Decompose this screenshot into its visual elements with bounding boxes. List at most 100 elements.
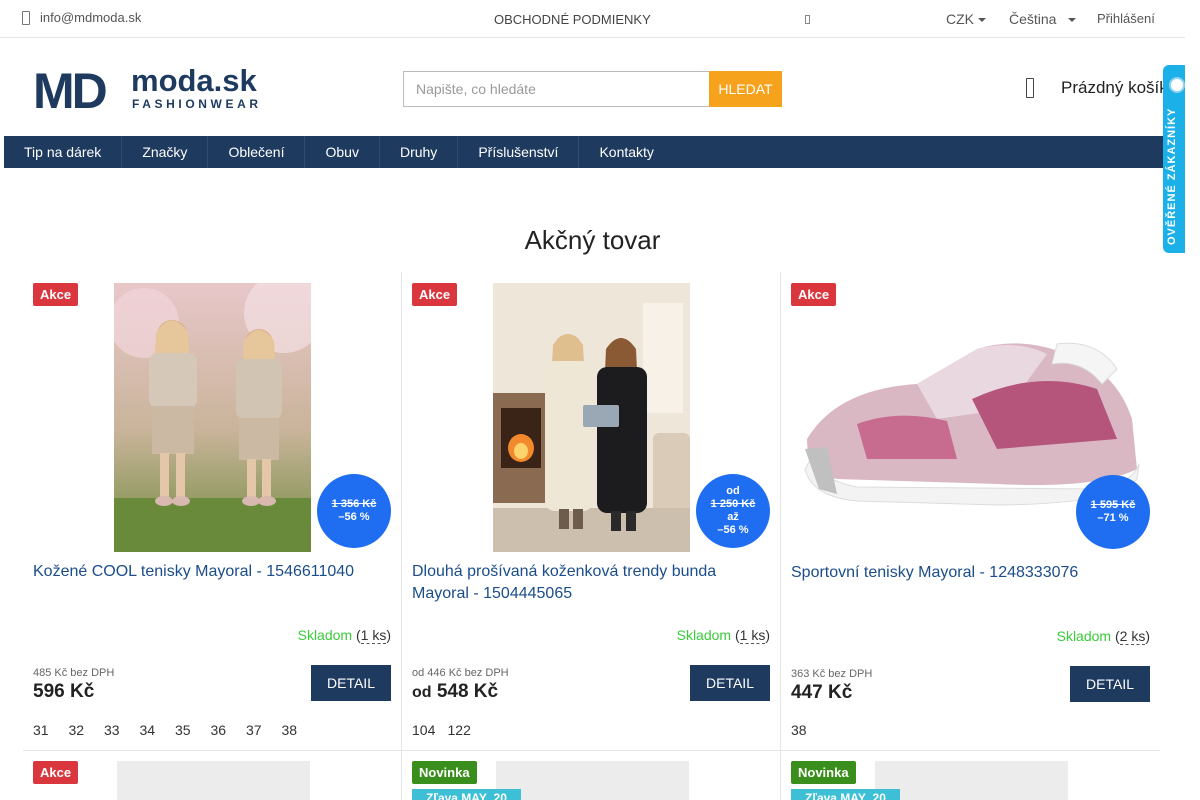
product-image[interactable] bbox=[797, 329, 1144, 506]
old-price: 1 250 Kč bbox=[710, 498, 756, 510]
stock-status: Skladom (1 ks) bbox=[676, 627, 770, 644]
nav-item-prislusenstvi[interactable]: Příslušenství bbox=[458, 136, 580, 168]
size-option[interactable]: 38 bbox=[791, 722, 827, 738]
page-title: Akčný tovar bbox=[524, 225, 661, 255]
nav-item-znacky[interactable]: Značky bbox=[122, 136, 209, 168]
price-prefix: od bbox=[412, 684, 432, 701]
stock-qty: 1 ks bbox=[360, 627, 387, 644]
sale-flag: Akce bbox=[33, 283, 79, 306]
chevron-down-icon bbox=[978, 18, 986, 23]
main-nav: Tip na dárek Značky Oblečení Obuv Druhy … bbox=[4, 136, 1163, 168]
nav-item-obleceni[interactable]: Oblečení bbox=[208, 136, 306, 168]
logo-md: MD bbox=[33, 64, 107, 112]
size-list: 38 bbox=[791, 722, 827, 738]
discount-percent: –56 % bbox=[717, 524, 749, 536]
language-value: Čeština bbox=[1009, 11, 1057, 27]
product-title[interactable]: Kožené COOL tenisky Mayoral - 1546611040 bbox=[33, 561, 373, 583]
price-value: 596 Kč bbox=[33, 681, 95, 702]
chevron-down-icon bbox=[1068, 18, 1077, 23]
stock-label: Skladom bbox=[1056, 628, 1112, 644]
stock-label: Skladom bbox=[297, 627, 353, 643]
size-option[interactable]: 31 bbox=[33, 722, 69, 738]
discount-percent: –71 % bbox=[1097, 512, 1129, 524]
price-without-vat: 485 Kč bez DPH bbox=[33, 667, 115, 679]
product-card: Akce bbox=[23, 272, 402, 751]
promo-badge: Zľava MAY_20 bbox=[791, 789, 900, 800]
currency-select[interactable]: CZK bbox=[946, 11, 986, 27]
phone-icon bbox=[22, 10, 30, 25]
price-without-vat: 363 Kč bez DPH bbox=[791, 668, 873, 680]
logo-sub: FASHIONWEAR bbox=[132, 97, 262, 111]
sale-flag: Akce bbox=[412, 283, 458, 306]
login-link[interactable]: Přihlášení bbox=[1097, 11, 1155, 26]
price-from-prefix: od bbox=[726, 485, 740, 497]
stock-status: Skladom (2 ks) bbox=[1056, 628, 1150, 645]
nav-item-tip-na-darek[interactable]: Tip na dárek bbox=[4, 136, 123, 168]
size-option[interactable]: 36 bbox=[211, 722, 247, 738]
size-option[interactable]: 122 bbox=[448, 722, 484, 738]
language-select[interactable]: Čeština bbox=[1009, 11, 1077, 27]
product-image[interactable] bbox=[114, 283, 311, 552]
sale-flag: Akce bbox=[33, 761, 79, 784]
cart-icon bbox=[1026, 78, 1034, 98]
search-bar: HLEDAT bbox=[403, 71, 782, 107]
product-image[interactable] bbox=[496, 761, 689, 800]
search-button[interactable]: HLEDAT bbox=[709, 71, 782, 107]
size-option[interactable]: 34 bbox=[140, 722, 176, 738]
cart-link[interactable]: Prázdný košík bbox=[1026, 78, 1168, 98]
product-card: Novinka Zľava MAY_20 bbox=[402, 751, 781, 800]
nav-item-obuv[interactable]: Obuv bbox=[305, 136, 380, 168]
size-option[interactable]: 104 bbox=[412, 722, 448, 738]
discount-badge: 1 356 Kč –56 % bbox=[317, 474, 391, 548]
product-title[interactable]: Dlouhá prošívaná koženková trendy bunda … bbox=[412, 561, 752, 605]
detail-button[interactable]: DETAIL bbox=[1070, 666, 1150, 702]
product-card: Novinka Zľava MAY_20 bbox=[781, 751, 1160, 800]
discount-badge: od 1 250 Kč až –56 % bbox=[696, 474, 770, 548]
logo-text: moda.sk bbox=[131, 64, 258, 98]
price: 596 Kč bbox=[33, 681, 94, 703]
size-list: 31 32 33 34 35 36 37 38 bbox=[33, 722, 317, 738]
product-image[interactable] bbox=[493, 283, 690, 552]
price-value: 447 Kč bbox=[791, 682, 853, 703]
price-without-vat: od 446 Kč bez DPH bbox=[412, 667, 509, 679]
detail-button[interactable]: DETAIL bbox=[311, 665, 391, 701]
stock-qty: 1 ks bbox=[739, 627, 766, 644]
product-card: Akce od 1 250 Kč až –56 % Dlouhá prošíva… bbox=[402, 272, 781, 751]
nav-item-kontakty[interactable]: Kontakty bbox=[579, 136, 673, 168]
new-flag: Novinka bbox=[791, 761, 856, 784]
nav-item-druhy[interactable]: Druhy bbox=[380, 136, 459, 168]
price-to-prefix: až bbox=[727, 511, 739, 523]
price: 447 Kč bbox=[791, 682, 852, 704]
size-option[interactable]: 38 bbox=[282, 722, 318, 738]
product-title[interactable]: Sportovní tenisky Mayoral - 1248333076 bbox=[791, 562, 1131, 584]
search-input[interactable] bbox=[403, 71, 709, 107]
stock-qty: 2 ks bbox=[1119, 628, 1146, 645]
product-card: Akce 1 595 Kč –71 % Sportovní tenisky Ma… bbox=[781, 272, 1160, 751]
size-list: 104 122 bbox=[412, 722, 483, 738]
size-option[interactable]: 35 bbox=[175, 722, 211, 738]
old-price: 1 356 Kč bbox=[331, 498, 377, 510]
currency-value: CZK bbox=[946, 11, 974, 27]
email-text: info@mdmoda.sk bbox=[40, 10, 142, 25]
terms-link[interactable]: OBCHODNÉ PODMIENKY bbox=[494, 12, 651, 27]
email-link[interactable]: info@mdmoda.sk bbox=[22, 10, 141, 25]
cart-label: Prázdný košík bbox=[1061, 78, 1168, 97]
stock-status: Skladom (1 ks) bbox=[297, 627, 391, 644]
size-option[interactable]: 32 bbox=[69, 722, 105, 738]
stock-label: Skladom bbox=[676, 627, 732, 643]
product-image[interactable] bbox=[117, 761, 310, 800]
size-option[interactable]: 37 bbox=[246, 722, 282, 738]
discount-badge: 1 595 Kč –71 % bbox=[1076, 475, 1150, 549]
discount-percent: –56 % bbox=[338, 511, 370, 523]
size-option[interactable]: 33 bbox=[104, 722, 140, 738]
old-price: 1 595 Kč bbox=[1090, 499, 1136, 511]
sale-flag: Akce bbox=[791, 283, 837, 306]
verified-label: OVĚŘENÉ ZÁKAZNÍKY bbox=[1166, 107, 1178, 245]
verified-badge-icon bbox=[1169, 77, 1185, 93]
mobile-icon[interactable] bbox=[805, 15, 810, 24]
product-image[interactable] bbox=[875, 761, 1068, 800]
new-flag: Novinka bbox=[412, 761, 477, 784]
site-logo[interactable]: MD moda.sk FASHIONWEAR bbox=[33, 64, 283, 112]
detail-button[interactable]: DETAIL bbox=[690, 665, 770, 701]
top-bar: info@mdmoda.sk OBCHODNÉ PODMIENKY CZK Če… bbox=[0, 0, 1185, 38]
